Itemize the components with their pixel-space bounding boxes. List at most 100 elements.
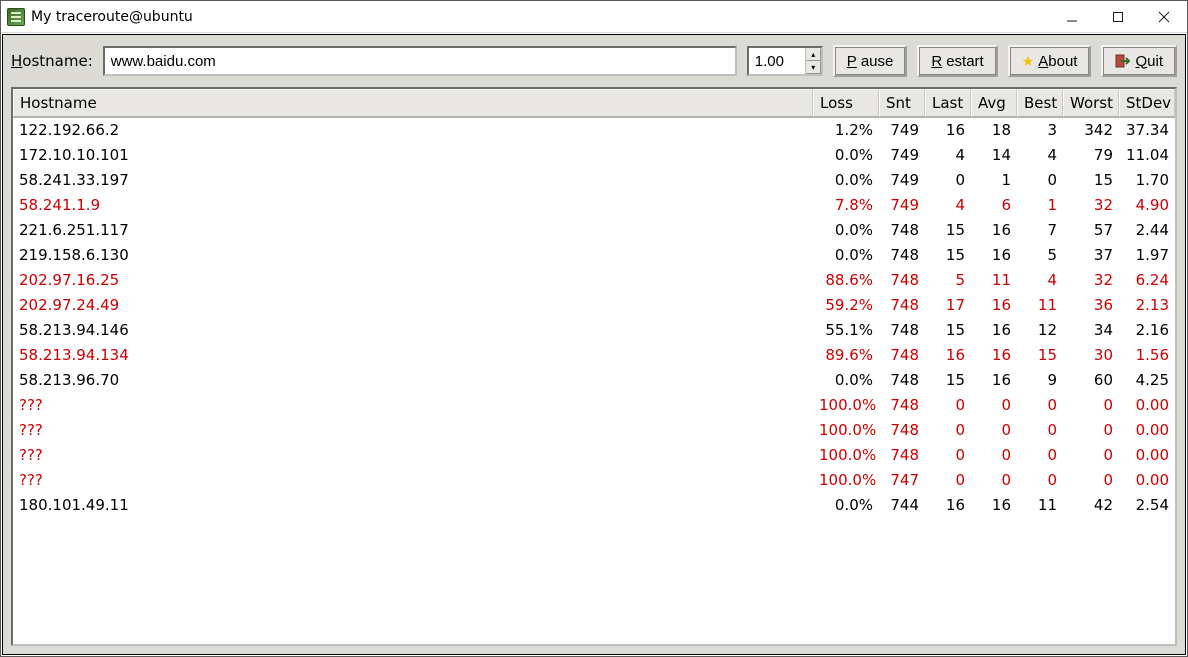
table-row[interactable]: 221.6.251.1170.0%74815167572.44 (13, 218, 1175, 243)
pause-button[interactable]: Pause (833, 45, 908, 77)
cell-avg: 16 (971, 293, 1017, 318)
interval-input[interactable] (749, 48, 805, 74)
table-row[interactable]: 180.101.49.110.0%744161611422.54 (13, 493, 1175, 518)
cell-last: 5 (925, 268, 971, 293)
client-area: Hostname: ▴ ▾ Pause Restart ★ About Quit (2, 34, 1186, 655)
cell-snt: 748 (879, 393, 925, 418)
col-avg[interactable]: Avg (971, 89, 1017, 117)
col-snt[interactable]: Snt (879, 89, 925, 117)
cell-worst: 37 (1063, 243, 1119, 268)
cell-worst: 79 (1063, 143, 1119, 168)
cell-hostname: 219.158.6.130 (13, 243, 813, 268)
table-body[interactable]: 122.192.66.21.2%7491618334237.34172.10.1… (13, 118, 1175, 644)
cell-worst: 32 (1063, 193, 1119, 218)
table-row[interactable]: 58.241.1.97.8%749461324.90 (13, 193, 1175, 218)
cell-avg: 16 (971, 318, 1017, 343)
cell-snt: 749 (879, 193, 925, 218)
minimize-button[interactable] (1049, 1, 1095, 33)
cell-stdev: 6.24 (1119, 268, 1175, 293)
cell-snt: 748 (879, 368, 925, 393)
cell-loss: 59.2% (813, 293, 879, 318)
table-row[interactable]: ???100.0%74800000.00 (13, 418, 1175, 443)
table-row[interactable]: 58.213.96.700.0%74815169604.25 (13, 368, 1175, 393)
cell-hostname: 202.97.16.25 (13, 268, 813, 293)
cell-avg: 16 (971, 343, 1017, 368)
spinner-down-button[interactable]: ▾ (806, 61, 821, 74)
cell-hostname: ??? (13, 468, 813, 493)
app-window: My traceroute@ubuntu Hostname: ▴ ▾ (0, 0, 1188, 657)
cell-snt: 748 (879, 243, 925, 268)
col-stdev[interactable]: StDev (1119, 89, 1175, 117)
about-button[interactable]: ★ About (1008, 45, 1092, 77)
cell-loss: 0.0% (813, 493, 879, 518)
table-row[interactable]: 172.10.10.1010.0%74941447911.04 (13, 143, 1175, 168)
cell-best: 7 (1017, 218, 1063, 243)
cell-worst: 36 (1063, 293, 1119, 318)
cell-last: 15 (925, 218, 971, 243)
cell-worst: 60 (1063, 368, 1119, 393)
cell-avg: 6 (971, 193, 1017, 218)
col-hostname[interactable]: Hostname (13, 89, 813, 117)
cell-hostname: 172.10.10.101 (13, 143, 813, 168)
cell-last: 16 (925, 118, 971, 143)
cell-worst: 0 (1063, 468, 1119, 493)
table-row[interactable]: 202.97.16.2588.6%7485114326.24 (13, 268, 1175, 293)
table-row[interactable]: 58.241.33.1970.0%749010151.70 (13, 168, 1175, 193)
cell-stdev: 2.44 (1119, 218, 1175, 243)
cell-snt: 748 (879, 218, 925, 243)
table-row[interactable]: 58.213.94.13489.6%748161615301.56 (13, 343, 1175, 368)
cell-last: 4 (925, 143, 971, 168)
restart-button[interactable]: Restart (917, 45, 997, 77)
cell-last: 0 (925, 468, 971, 493)
title-bar[interactable]: My traceroute@ubuntu (1, 1, 1187, 33)
cell-best: 12 (1017, 318, 1063, 343)
hostname-input[interactable] (103, 46, 737, 76)
cell-stdev: 37.34 (1119, 118, 1175, 143)
cell-stdev: 2.16 (1119, 318, 1175, 343)
cell-stdev: 0.00 (1119, 468, 1175, 493)
cell-avg: 1 (971, 168, 1017, 193)
cell-loss: 0.0% (813, 243, 879, 268)
cell-best: 3 (1017, 118, 1063, 143)
cell-hostname: 58.241.33.197 (13, 168, 813, 193)
cell-stdev: 4.25 (1119, 368, 1175, 393)
quit-button[interactable]: Quit (1101, 45, 1177, 77)
cell-best: 0 (1017, 393, 1063, 418)
spinner-up-button[interactable]: ▴ (806, 48, 821, 61)
cell-best: 11 (1017, 493, 1063, 518)
cell-worst: 32 (1063, 268, 1119, 293)
cell-last: 15 (925, 243, 971, 268)
cell-best: 15 (1017, 343, 1063, 368)
table-row[interactable]: 219.158.6.1300.0%74815165371.97 (13, 243, 1175, 268)
col-best[interactable]: Best (1017, 89, 1063, 117)
cell-worst: 0 (1063, 418, 1119, 443)
cell-last: 17 (925, 293, 971, 318)
cell-stdev: 2.54 (1119, 493, 1175, 518)
cell-snt: 747 (879, 468, 925, 493)
table-row[interactable]: 202.97.24.4959.2%748171611362.13 (13, 293, 1175, 318)
table-row[interactable]: 58.213.94.14655.1%748151612342.16 (13, 318, 1175, 343)
cell-hostname: ??? (13, 418, 813, 443)
interval-spinner[interactable]: ▴ ▾ (747, 46, 823, 76)
cell-worst: 0 (1063, 443, 1119, 468)
col-last[interactable]: Last (925, 89, 971, 117)
cell-best: 4 (1017, 268, 1063, 293)
cell-best: 5 (1017, 243, 1063, 268)
cell-best: 11 (1017, 293, 1063, 318)
cell-snt: 744 (879, 493, 925, 518)
table-row[interactable]: ???100.0%74800000.00 (13, 443, 1175, 468)
table-row[interactable]: ???100.0%74700000.00 (13, 468, 1175, 493)
cell-best: 4 (1017, 143, 1063, 168)
maximize-button[interactable] (1095, 1, 1141, 33)
star-icon: ★ (1022, 54, 1035, 68)
table-row[interactable]: ???100.0%74800000.00 (13, 393, 1175, 418)
cell-loss: 89.6% (813, 343, 879, 368)
cell-avg: 16 (971, 243, 1017, 268)
col-loss[interactable]: Loss (813, 89, 879, 117)
col-worst[interactable]: Worst (1063, 89, 1119, 117)
table-row[interactable]: 122.192.66.21.2%7491618334237.34 (13, 118, 1175, 143)
cell-worst: 42 (1063, 493, 1119, 518)
cell-avg: 16 (971, 218, 1017, 243)
cell-avg: 0 (971, 468, 1017, 493)
close-button[interactable] (1141, 1, 1187, 33)
